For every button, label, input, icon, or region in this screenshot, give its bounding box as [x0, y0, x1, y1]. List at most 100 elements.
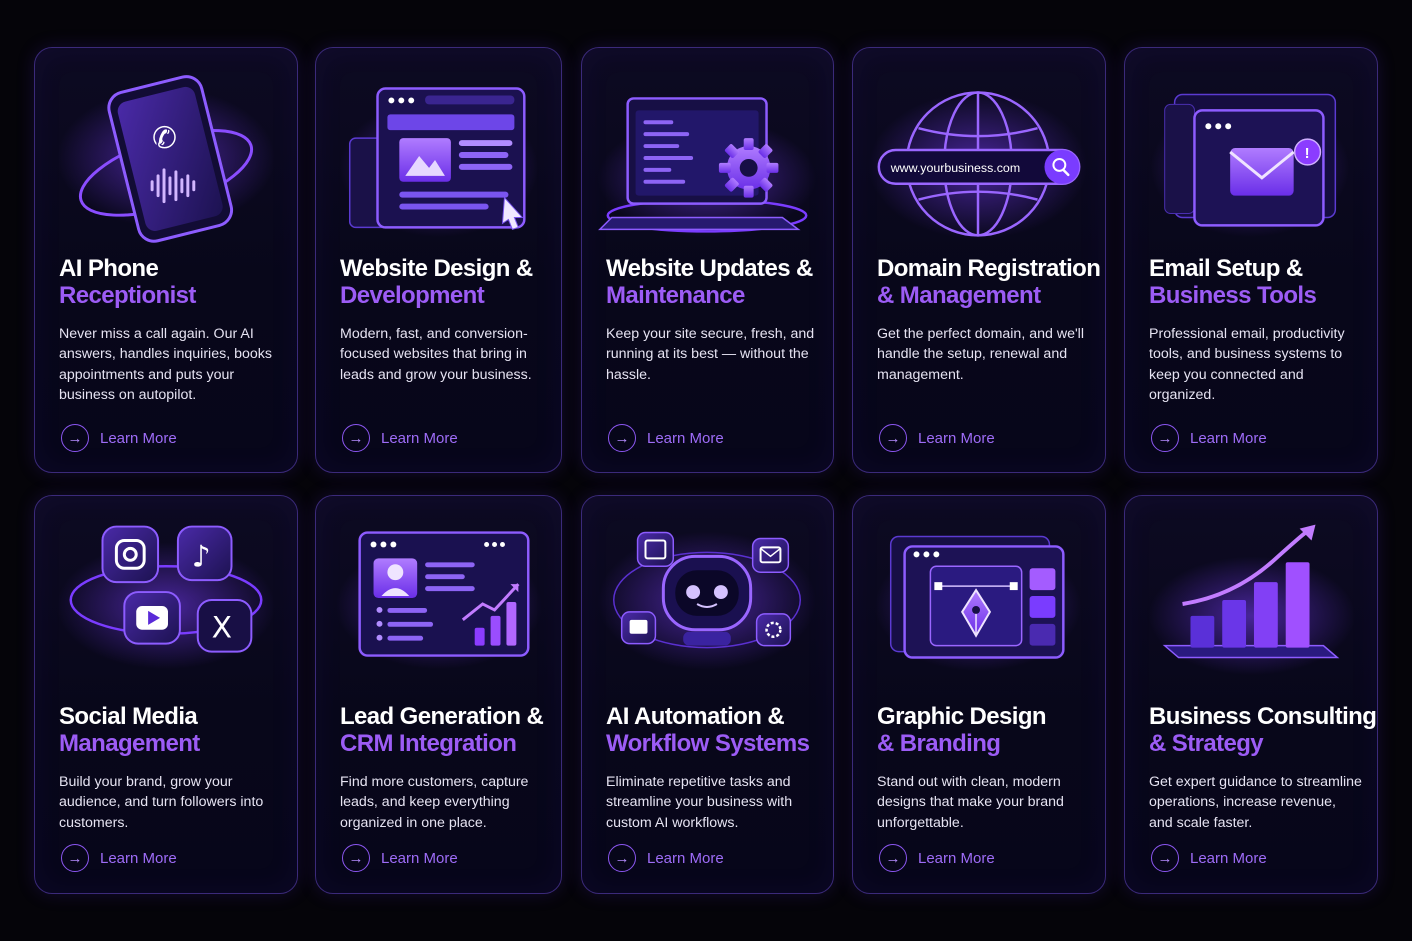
card-title-line2: & Strategy	[1149, 730, 1264, 757]
card-description: Keep your site secure, fresh, and runnin…	[606, 326, 815, 383]
card-description: Stand out with clean, modern designs tha…	[877, 774, 1064, 831]
laptop-gear-icon	[582, 48, 833, 258]
card-title-line1: Business Consulting	[1149, 703, 1377, 730]
card-title-line1: AI Phone	[59, 255, 159, 282]
svg-text:♪: ♪	[192, 539, 211, 574]
card-title: Social Media Management	[59, 703, 287, 757]
learn-more-link[interactable]: → Learn More	[342, 844, 458, 872]
email-window-icon: !	[1125, 48, 1377, 258]
learn-more-label: Learn More	[1190, 849, 1267, 867]
card-title-line2: Management	[59, 730, 200, 757]
card-description: Modern, fast, and conversion-focused web…	[340, 326, 532, 383]
card-description: Get the perfect domain, and we'll handle…	[877, 326, 1084, 383]
crm-dashboard-icon	[316, 496, 561, 706]
card-title-line1: Social Media	[59, 703, 198, 730]
learn-more-link[interactable]: → Learn More	[608, 844, 724, 872]
arrow-right-icon: →	[61, 844, 89, 872]
card-title-line1: Email Setup &	[1149, 255, 1303, 282]
phone-receptionist-icon: ✆	[35, 48, 297, 258]
learn-more-link[interactable]: → Learn More	[342, 424, 458, 452]
arrow-right-icon: →	[1151, 844, 1179, 872]
service-card-domain: www.yourbusiness.com Domain Registration…	[852, 47, 1106, 473]
growth-chart-icon	[1125, 496, 1377, 706]
learn-more-link[interactable]: → Learn More	[61, 844, 177, 872]
learn-more-label: Learn More	[381, 429, 458, 447]
service-card-lead-generation: Lead Generation & CRM Integration Find m…	[315, 495, 562, 894]
card-title: Website Updates & Maintenance	[606, 255, 823, 309]
card-description: Build your brand, grow your audience, an…	[59, 774, 264, 831]
robot-automation-icon	[582, 496, 833, 706]
card-description: Get expert guidance to streamline operat…	[1149, 774, 1362, 831]
card-title: Email Setup & Business Tools	[1149, 255, 1367, 309]
card-description: Professional email, productivity tools, …	[1149, 326, 1345, 403]
learn-more-label: Learn More	[647, 849, 724, 867]
card-title-line1: Website Design &	[340, 255, 533, 282]
tiktok-icon: ♪	[176, 525, 233, 582]
card-title-line2: Workflow Systems	[606, 730, 810, 757]
card-title: Lead Generation & CRM Integration	[340, 703, 551, 757]
card-title-line1: Lead Generation &	[340, 703, 544, 730]
arrow-right-icon: →	[608, 844, 636, 872]
card-title: Website Design & Development	[340, 255, 551, 309]
service-card-website-design: Website Design & Development Modern, fas…	[315, 47, 562, 473]
service-card-ai-automation: AI Automation & Workflow Systems Elimina…	[581, 495, 834, 894]
learn-more-link[interactable]: → Learn More	[1151, 424, 1267, 452]
globe-domain-icon: www.yourbusiness.com	[853, 48, 1105, 258]
learn-more-link[interactable]: → Learn More	[608, 424, 724, 452]
card-description: Never miss a call again. Our AI answers,…	[59, 326, 272, 403]
service-card-social-media: ♪ X Social Media Management Build your b…	[34, 495, 298, 894]
x-twitter-icon: X	[196, 599, 253, 653]
card-description: Eliminate repetitive tasks and streamlin…	[606, 774, 793, 831]
website-design-icon	[316, 48, 561, 258]
learn-more-link[interactable]: → Learn More	[879, 844, 995, 872]
card-title-line1: Domain Registration	[877, 255, 1101, 282]
arrow-right-icon: →	[879, 424, 907, 452]
arrow-right-icon: →	[1151, 424, 1179, 452]
gear-icon	[755, 613, 792, 647]
learn-more-link[interactable]: → Learn More	[1151, 844, 1267, 872]
service-card-business-consulting: Business Consulting & Strategy Get exper…	[1124, 495, 1378, 894]
service-card-ai-phone: ✆ AI Phone Receptionist Never miss a cal…	[34, 47, 298, 473]
learn-more-label: Learn More	[918, 429, 995, 447]
card-title-line1: AI Automation &	[606, 703, 785, 730]
card-title: AI Automation & Workflow Systems	[606, 703, 823, 757]
learn-more-label: Learn More	[381, 849, 458, 867]
domain-text: www.yourbusiness.com	[890, 161, 1020, 175]
card-title-line1: Graphic Design	[877, 703, 1047, 730]
card-title: Business Consulting & Strategy	[1149, 703, 1377, 757]
card-description: Find more customers, capture leads, and …	[340, 774, 529, 831]
svg-text:X: X	[212, 611, 232, 646]
learn-more-link[interactable]: → Learn More	[879, 424, 995, 452]
card-title: AI Phone Receptionist	[59, 255, 287, 309]
pen-tool-design-icon	[853, 496, 1105, 706]
learn-more-link[interactable]: → Learn More	[61, 424, 177, 452]
youtube-icon	[123, 591, 181, 645]
social-media-icons: ♪ X	[35, 496, 297, 706]
calendar-icon	[636, 531, 675, 568]
svg-text:✆: ✆	[152, 121, 177, 156]
card-title-line2: Receptionist	[59, 282, 196, 309]
learn-more-label: Learn More	[918, 849, 995, 867]
card-title-line2: Business Tools	[1149, 282, 1317, 309]
instagram-icon	[101, 525, 160, 584]
card-title: Graphic Design & Branding	[877, 703, 1095, 757]
message-icon	[620, 611, 657, 645]
arrow-right-icon: →	[608, 424, 636, 452]
svg-text:!: !	[1305, 146, 1310, 162]
card-title-line2: & Branding	[877, 730, 1001, 757]
arrow-right-icon: →	[342, 424, 370, 452]
card-title-line2: & Management	[877, 282, 1041, 309]
learn-more-label: Learn More	[100, 849, 177, 867]
card-title-line2: Maintenance	[606, 282, 745, 309]
service-card-graphic-design: Graphic Design & Branding Stand out with…	[852, 495, 1106, 894]
service-card-website-updates: Website Updates & Maintenance Keep your …	[581, 47, 834, 473]
card-title-line2: CRM Integration	[340, 730, 517, 757]
arrow-right-icon: →	[879, 844, 907, 872]
learn-more-label: Learn More	[100, 429, 177, 447]
card-title-line1: Website Updates &	[606, 255, 813, 282]
arrow-right-icon: →	[61, 424, 89, 452]
card-title: Domain Registration & Management	[877, 255, 1101, 309]
service-card-email: ! Email Setup & Business Tools Professio…	[1124, 47, 1378, 473]
card-title-line2: Development	[340, 282, 485, 309]
learn-more-label: Learn More	[647, 429, 724, 447]
